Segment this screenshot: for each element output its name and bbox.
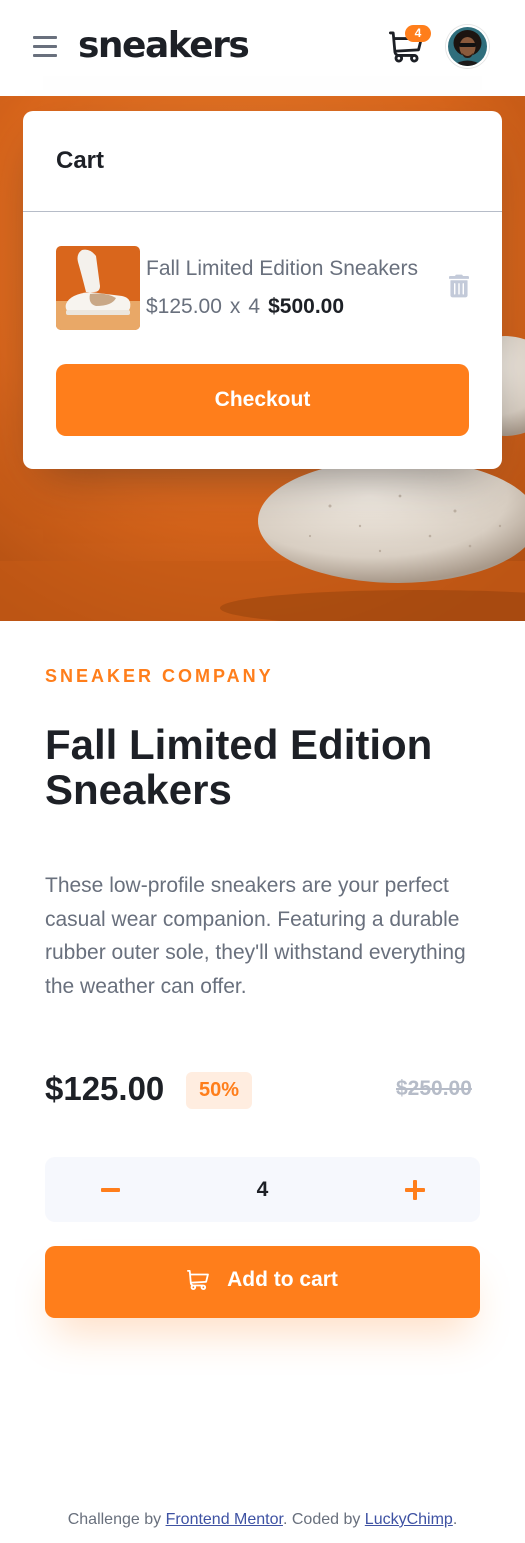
footer: Challenge by Frontend Mentor. Coded by L… [0,1511,525,1529]
cart-icon [187,1270,209,1290]
cart-item-total: $500.00 [268,295,345,318]
site-header: sneakers 4 [0,0,525,96]
add-to-cart-label: Add to cart [227,1268,338,1291]
cart-item-multiplier: x [229,295,241,318]
luckychimp-link[interactable]: LuckyChimp [365,1511,453,1528]
cart-item-price-line: $125.00 x 4 $500.00 [146,295,344,319]
delete-icon[interactable] [449,274,469,298]
cart-title: Cart [56,147,105,174]
cart-item-name: Fall Limited Edition Sneakers [146,257,418,280]
product-description: These low-profile sneakers are your perf… [45,874,466,998]
logo[interactable]: sneakers [78,22,250,70]
cart-count-badge: 4 [405,25,431,42]
current-price: $125.00 [45,1070,165,1107]
original-price: $250.00 [396,1077,472,1100]
frontend-mentor-link[interactable]: Frontend Mentor [166,1511,283,1528]
menu-icon[interactable] [33,36,57,57]
minus-icon[interactable] [89,1157,133,1222]
footer-prefix: Challenge by [67,1511,166,1528]
avatar[interactable] [446,25,489,68]
cart-item-thumbnail [56,246,140,330]
cart-item-unit-price: $125.00 [146,295,222,318]
discount-badge: 50% [186,1072,252,1109]
product-title: Fall Limited Edition Sneakers [45,721,433,813]
footer-middle: . Coded by [282,1511,365,1528]
checkout-button[interactable]: Checkout [56,364,469,436]
cart-popup: Cart Fall Limited Edition Sneakers $125.… [23,111,502,469]
add-to-cart-button[interactable]: Add to cart [45,1246,480,1318]
cart-item-quantity: 4 [248,295,261,318]
quantity-stepper: 4 [45,1157,480,1222]
footer-suffix: . [452,1511,458,1528]
plus-icon[interactable] [393,1157,437,1222]
company-label: SNEAKER COMPANY [45,666,274,686]
cart-divider [23,211,502,212]
